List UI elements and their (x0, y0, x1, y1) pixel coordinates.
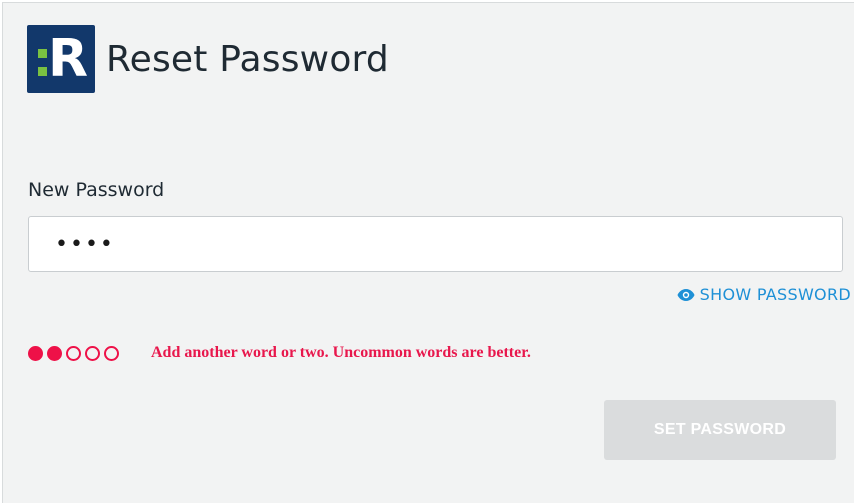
new-password-label: New Password (28, 179, 165, 201)
strength-indicator-5 (104, 345, 119, 361)
strength-indicator-2 (47, 345, 62, 361)
page-header: R Reset Password (27, 25, 389, 93)
strength-indicator-3 (66, 345, 81, 361)
strength-feedback-message: Add another word or two. Uncommon words … (151, 344, 531, 361)
reset-password-panel: R Reset Password New Password SHOW PASSW… (2, 2, 854, 503)
show-password-label: SHOW PASSWORD (699, 285, 851, 304)
resolver-logo: R (27, 25, 95, 93)
strength-indicator-1 (28, 345, 43, 361)
strength-indicator-4 (85, 345, 100, 361)
eye-icon (677, 288, 695, 301)
page-title: Reset Password (106, 38, 389, 80)
logo-letter: R (48, 29, 89, 89)
show-password-toggle[interactable]: SHOW PASSWORD (677, 285, 851, 304)
set-password-button[interactable]: SET PASSWORD (604, 400, 836, 460)
new-password-input[interactable] (28, 216, 843, 272)
logo-dot-top (38, 49, 47, 58)
password-strength-meter: Add another word or two. Uncommon words … (28, 344, 531, 362)
logo-dot-bottom (38, 67, 47, 76)
